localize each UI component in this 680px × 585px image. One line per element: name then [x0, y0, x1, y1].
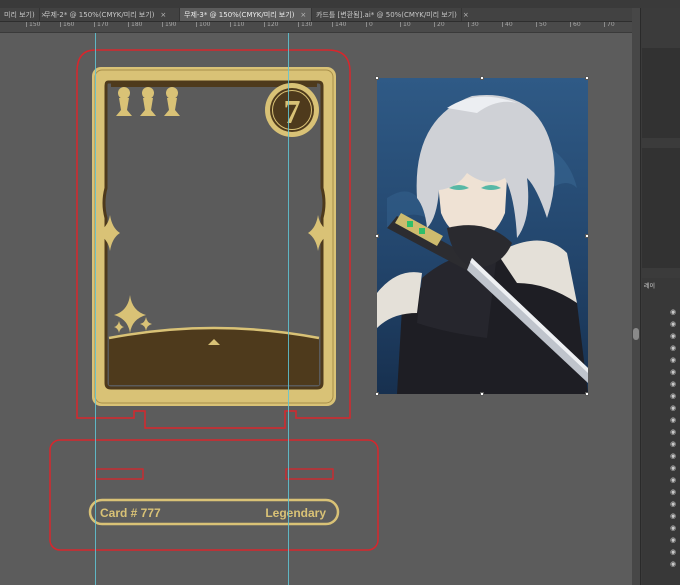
selection-handle[interactable]	[585, 392, 589, 396]
eye-icon[interactable]: ◉	[670, 308, 680, 316]
tab-preview[interactable]: 미리 보기) ×	[0, 8, 47, 21]
ruler-tick: 60	[570, 22, 581, 28]
tab-label: 미리 보기)	[4, 10, 35, 19]
eye-icon[interactable]: ◉	[670, 476, 680, 484]
caption-rarity: Legendary	[265, 506, 326, 520]
card-number: 7	[284, 94, 301, 131]
layers-panel[interactable]: 레이 ◉ ◉ ◉ ◉ ◉ ◉ ◉ ◉ ◉ ◉ ◉ ◉ ◉ ◉ ◉ ◉ ◉ ◉ ◉…	[642, 278, 680, 585]
eye-icon[interactable]: ◉	[670, 512, 680, 520]
ruler-tick: 10	[400, 22, 411, 28]
close-icon[interactable]: ×	[300, 11, 306, 19]
ruler-tick: 150	[26, 22, 40, 28]
horizontal-ruler[interactable]: 150 160 170 180 190 100 110 120 130 140 …	[0, 22, 632, 33]
eye-icon[interactable]: ◉	[670, 464, 680, 472]
ruler-tick: 0	[366, 22, 373, 28]
card-number-medallion[interactable]: 7	[265, 83, 319, 137]
close-icon[interactable]: ×	[463, 11, 469, 19]
selection-handle[interactable]	[585, 76, 589, 80]
ruler-tick: 180	[128, 22, 142, 28]
scrollbar-thumb[interactable]	[633, 328, 639, 340]
base-slot-left[interactable]	[95, 468, 144, 480]
ruler-tick: 140	[332, 22, 346, 28]
eye-icon[interactable]: ◉	[670, 416, 680, 424]
selection-handle[interactable]	[480, 76, 484, 80]
layers-panel-title: 레이	[644, 283, 656, 290]
ruler-tick: 130	[298, 22, 312, 28]
ruler-tick: 40	[502, 22, 513, 28]
selection-handle[interactable]	[375, 234, 379, 238]
caption-card-number: Card # 777	[100, 506, 161, 520]
eye-icon[interactable]: ◉	[670, 380, 680, 388]
document-tab-bar: 미리 보기) × 무제-2* @ 150%(CMYK/미리 보기) × 무제-3…	[0, 8, 632, 22]
eye-icon[interactable]: ◉	[670, 428, 680, 436]
eye-icon[interactable]: ◉	[670, 344, 680, 352]
base-slot-right[interactable]	[285, 468, 334, 480]
right-panel: 레이 ◉ ◉ ◉ ◉ ◉ ◉ ◉ ◉ ◉ ◉ ◉ ◉ ◉ ◉ ◉ ◉ ◉ ◉ ◉…	[632, 8, 680, 585]
eye-icon[interactable]: ◉	[670, 524, 680, 532]
eye-icon[interactable]: ◉	[670, 440, 680, 448]
ruler-tick: 30	[468, 22, 479, 28]
artboard-canvas[interactable]: 7 Card # 777 Legendary	[0, 33, 632, 585]
tab-untitled-2[interactable]: 무제-2* @ 150%(CMYK/미리 보기) ×	[40, 8, 180, 21]
vertical-scrollbar[interactable]	[632, 8, 641, 585]
eye-icon[interactable]: ◉	[670, 560, 680, 568]
eye-icon[interactable]: ◉	[670, 392, 680, 400]
ruler-tick: 20	[434, 22, 445, 28]
window-title-strip	[0, 0, 680, 8]
ruler-tick: 190	[162, 22, 176, 28]
tab-label: 카드틀 [변환됨].ai* @ 50%(CMYK/미리 보기)	[316, 10, 457, 19]
eye-icon[interactable]: ◉	[670, 356, 680, 364]
tab-untitled-3[interactable]: 무제-3* @ 150%(CMYK/미리 보기) ×	[180, 8, 312, 21]
cut-outline-base[interactable]	[49, 439, 379, 551]
eye-icon[interactable]: ◉	[670, 332, 680, 340]
tab-label: 무제-3* @ 150%(CMYK/미리 보기)	[184, 10, 295, 19]
ruler-tick: 160	[60, 22, 74, 28]
tab-label: 무제-2* @ 150%(CMYK/미리 보기)	[44, 10, 155, 19]
tab-card-frame[interactable]: 카드틀 [변환됨].ai* @ 50%(CMYK/미리 보기) ×	[312, 8, 469, 21]
eye-icon[interactable]: ◉	[670, 404, 680, 412]
eye-icon[interactable]: ◉	[670, 452, 680, 460]
ruler-tick: 50	[536, 22, 547, 28]
ruler-tick: 120	[264, 22, 278, 28]
eye-icon[interactable]: ◉	[670, 320, 680, 328]
properties-panel[interactable]	[642, 48, 680, 138]
ruler-tick: 100	[196, 22, 210, 28]
eye-icon[interactable]: ◉	[670, 500, 680, 508]
selection-handle[interactable]	[375, 392, 379, 396]
close-icon[interactable]: ×	[160, 11, 166, 19]
card-caption-bar[interactable]: Card # 777 Legendary	[88, 498, 340, 526]
selection-handle[interactable]	[480, 392, 484, 396]
eye-icon[interactable]: ◉	[670, 536, 680, 544]
eye-icon[interactable]: ◉	[670, 488, 680, 496]
ruler-tick: 170	[94, 22, 108, 28]
ruler-tick: 70	[604, 22, 615, 28]
eye-icon[interactable]: ◉	[670, 548, 680, 556]
character-artwork[interactable]	[377, 78, 588, 394]
ruler-tick: 110	[230, 22, 244, 28]
guide-line[interactable]	[288, 33, 289, 585]
selection-handle[interactable]	[375, 76, 379, 80]
selection-handle[interactable]	[585, 234, 589, 238]
swatches-panel[interactable]	[642, 148, 680, 268]
guide-line[interactable]	[95, 33, 96, 585]
eye-icon[interactable]: ◉	[670, 368, 680, 376]
